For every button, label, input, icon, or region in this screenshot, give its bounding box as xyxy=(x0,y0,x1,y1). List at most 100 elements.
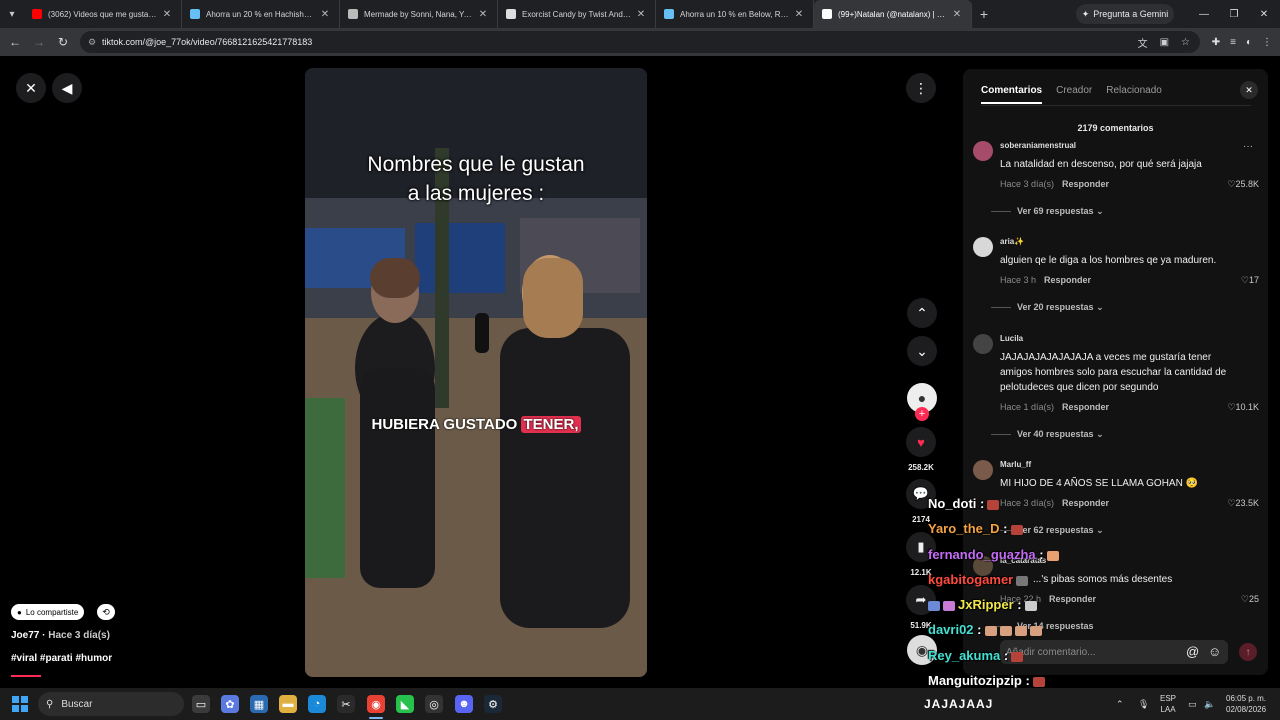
view-replies-button[interactable]: Ver 20 respuestas ⌄ xyxy=(991,302,1104,313)
like-action[interactable]: ♥ 258.2K xyxy=(905,427,937,472)
file-explorer-icon[interactable]: ▬ xyxy=(279,695,297,713)
heart-icon[interactable]: ♥ xyxy=(906,427,936,457)
reply-button[interactable]: Responder xyxy=(1062,402,1109,412)
view-replies-button[interactable]: Ver 69 respuestas ⌄ xyxy=(991,206,1104,217)
store-icon[interactable]: ▦ xyxy=(250,695,268,713)
next-video-button[interactable]: ⌄ xyxy=(907,336,937,366)
network-icon[interactable]: ▭ xyxy=(1188,688,1197,720)
close-icon[interactable]: ✕ xyxy=(161,9,173,20)
volume-icon[interactable]: 🔈 xyxy=(1204,688,1215,720)
tab-exorcist[interactable]: Exorcist Candy by Twist And Sc ✕ xyxy=(498,0,656,28)
url-bar[interactable]: ⚙ tiktok.com/@joe_77ok/video/76681216254… xyxy=(80,31,1200,53)
avatar[interactable] xyxy=(973,141,993,161)
taskbar-search[interactable]: ⚲ Buscar xyxy=(38,692,184,716)
copilot-icon[interactable]: ✿ xyxy=(221,695,239,713)
reply-button[interactable]: Responder xyxy=(1044,275,1091,285)
task-view-icon[interactable]: ▭ xyxy=(192,695,210,713)
shared-badge[interactable]: ● Lo compartiste xyxy=(11,604,85,620)
send-button[interactable]: ↑ xyxy=(1239,643,1257,661)
close-icon[interactable]: ✕ xyxy=(477,9,489,20)
language-indicator[interactable]: ESP LAA xyxy=(1160,688,1176,720)
chat-line: Yaro_the_D : xyxy=(928,521,1023,536)
cast-icon[interactable]: ▣ xyxy=(1160,37,1169,48)
tab-youtube[interactable]: (3062) Videos que me gustan - ✕ xyxy=(24,0,182,28)
cheat-engine-icon[interactable]: ◣ xyxy=(396,695,414,713)
maximize-button[interactable]: ❐ xyxy=(1218,0,1250,28)
comment-user[interactable]: aria✨ xyxy=(1000,237,1024,246)
discord-icon[interactable]: ☻ xyxy=(455,695,473,713)
view-replies-button[interactable]: Ver 40 respuestas ⌄ xyxy=(991,429,1104,440)
media-icon[interactable]: ≡ xyxy=(1230,37,1236,48)
tab-steam-2[interactable]: Ahorra un 10 % en Below, Rust ✕ xyxy=(656,0,814,28)
comment-likes[interactable]: ♡25.8K xyxy=(1227,179,1259,190)
video-progress-bar[interactable] xyxy=(11,675,41,677)
volume-button[interactable]: ◀ xyxy=(52,73,82,103)
follow-plus-icon[interactable]: + xyxy=(915,407,929,421)
comment-user[interactable]: Lucila xyxy=(1000,334,1023,343)
snipping-icon[interactable]: ✂ xyxy=(337,695,355,713)
close-icon[interactable]: ✕ xyxy=(793,9,805,20)
translate-icon[interactable]: 文 xyxy=(1138,35,1148,50)
chevron-down-icon: ⌄ xyxy=(1096,525,1104,535)
close-video-button[interactable]: ✕ xyxy=(16,73,46,103)
close-icon[interactable]: ✕ xyxy=(635,9,647,20)
back-button[interactable]: ← xyxy=(3,30,27,54)
close-icon[interactable]: ✕ xyxy=(951,9,963,20)
emote-icon xyxy=(1029,625,1042,636)
microphone-icon[interactable]: 🎙 xyxy=(1138,688,1149,720)
comment-likes[interactable]: ♡10.1K xyxy=(1227,402,1259,413)
comment-user[interactable]: soberaniamenstrual xyxy=(1000,141,1076,150)
tab-comentarios[interactable]: Comentarios xyxy=(981,85,1043,104)
panel-close-button[interactable]: ✕ xyxy=(1240,81,1258,99)
chrome-icon[interactable]: ◉ xyxy=(367,695,385,713)
avatar[interactable] xyxy=(973,237,993,257)
more-options-button[interactable]: ⋮ xyxy=(906,73,936,103)
comment-time: Hace 1 día(s) xyxy=(1000,402,1055,412)
obs-icon[interactable]: ◎ xyxy=(425,695,443,713)
minimize-button[interactable]: — xyxy=(1188,0,1220,28)
previous-video-button[interactable]: ⌃ xyxy=(907,298,937,328)
heart-outline-icon[interactable]: ♡ xyxy=(1241,275,1249,285)
comment-likes[interactable]: ♡25 xyxy=(1241,594,1259,605)
tab-search-icon[interactable]: ▾ xyxy=(0,0,24,28)
video-frame[interactable]: Nombres que le gustan a las mujeres : HU… xyxy=(305,68,647,677)
clock[interactable]: 06:05 p. m. 02/08/2026 xyxy=(1226,688,1266,720)
tab-tiktok[interactable]: (99+)Natalan (@natalanx) | Tik ✕ xyxy=(814,0,972,28)
emoji-icon[interactable]: ☺ xyxy=(1208,644,1221,659)
overlay-bottom-text: JAJAJAAJ xyxy=(924,697,994,711)
reply-button[interactable]: Responder xyxy=(1049,594,1096,604)
window-close-button[interactable]: ✕ xyxy=(1248,0,1280,28)
heart-outline-icon[interactable]: ♡ xyxy=(1241,594,1249,604)
mention-icon[interactable]: @ xyxy=(1186,644,1199,659)
edge-icon[interactable]: ◔ xyxy=(308,695,326,713)
gemini-button[interactable]: ✦ Pregunta a Gemini xyxy=(1076,4,1174,24)
tab-steam-1[interactable]: Ahorra un 20 % en Hachishakus ✕ xyxy=(182,0,340,28)
reply-button[interactable]: Responder xyxy=(1062,179,1109,189)
tab-creador[interactable]: Creador xyxy=(1056,85,1092,104)
repost-icon[interactable]: ⟲ xyxy=(97,604,115,620)
extensions-icon[interactable]: ✚ xyxy=(1212,37,1220,48)
menu-dots-icon[interactable]: ⋮ xyxy=(1262,37,1272,48)
more-dots-icon[interactable]: ··· xyxy=(1243,141,1253,152)
site-info-icon[interactable]: ⚙ xyxy=(88,37,102,48)
forward-button[interactable]: → xyxy=(27,30,51,54)
reload-button[interactable]: ↻ xyxy=(51,30,75,54)
post-hashtags[interactable]: #viral #parati #humor xyxy=(11,653,112,664)
comment-user[interactable]: Marlu_ff xyxy=(1000,460,1031,469)
tab-relacionado[interactable]: Relacionado xyxy=(1106,85,1162,104)
avatar[interactable] xyxy=(973,334,993,354)
bookmark-star-icon[interactable]: ☆ xyxy=(1181,37,1190,48)
author-name[interactable]: Joe77 xyxy=(11,630,39,641)
new-tab-button[interactable]: + xyxy=(972,6,996,22)
steam-icon[interactable]: ⚙ xyxy=(484,695,502,713)
reply-button[interactable]: Responder xyxy=(1062,498,1109,508)
like-count: 258.2K xyxy=(908,463,934,472)
avatar[interactable] xyxy=(973,460,993,480)
start-button[interactable] xyxy=(12,696,28,712)
profile-avatar[interactable]: ◐ xyxy=(1246,37,1252,48)
comment-likes[interactable]: ♡17 xyxy=(1241,275,1259,286)
tab-mermade[interactable]: Mermade by Sonni, Nana, Yeup ✕ xyxy=(340,0,498,28)
tray-overflow-icon[interactable]: ⌃ xyxy=(1116,688,1124,720)
comment-likes[interactable]: ♡23.5K xyxy=(1227,498,1259,509)
close-icon[interactable]: ✕ xyxy=(319,9,331,20)
